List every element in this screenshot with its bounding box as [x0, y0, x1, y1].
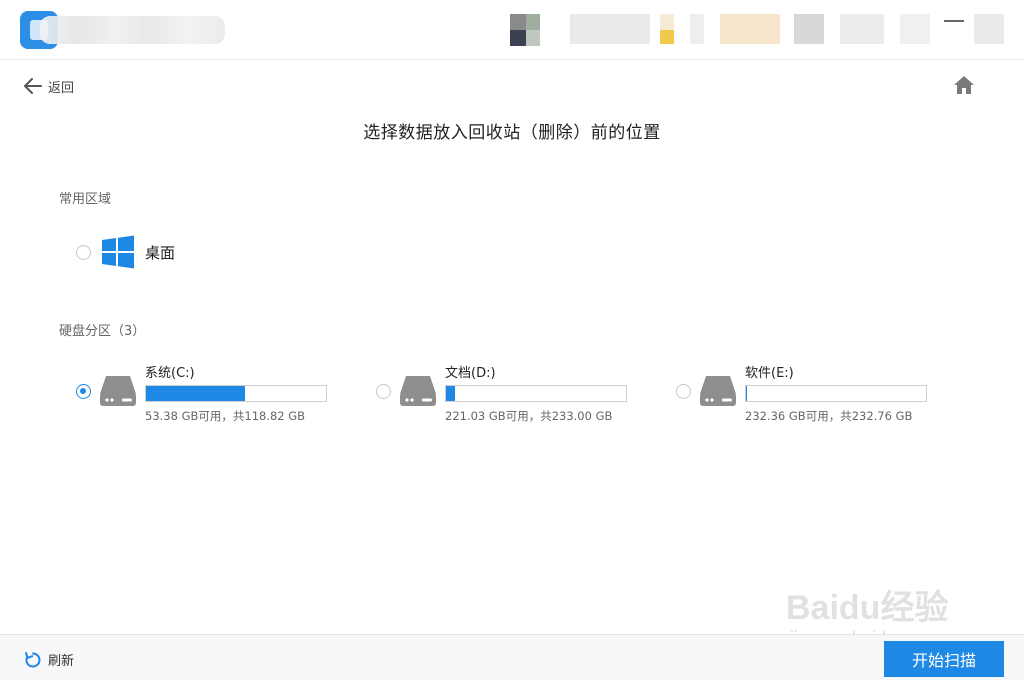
app-window: 返回 选择数据放入回收站（删除）前的位置 常用区域 桌面 硬盘分区（3） 系统(: [0, 0, 1024, 680]
windows-icon: [102, 235, 134, 269]
hard-drive-icon: [700, 376, 736, 406]
refresh-button[interactable]: 刷新: [24, 650, 74, 669]
drive-c-usage-bar: [145, 385, 327, 402]
footer-bar: 刷新 开始扫描: [0, 634, 1024, 680]
desktop-radio[interactable]: [76, 244, 91, 260]
drive-e-name: 软件(E:): [745, 366, 794, 381]
start-scan-button[interactable]: 开始扫描: [884, 641, 1004, 677]
desktop-label: 桌面: [145, 243, 176, 262]
home-button[interactable]: [953, 74, 975, 96]
desktop-option[interactable]: 桌面: [76, 234, 175, 270]
drive-e-option[interactable]: 软件(E:) 232.36 GB可用，共232.76 GB: [676, 360, 946, 430]
partitions-label: 硬盘分区（3）: [59, 324, 146, 339]
drive-c-option[interactable]: 系统(C:) 53.38 GB可用，共118.82 GB: [76, 360, 346, 430]
drive-e-usage-bar: [745, 385, 927, 402]
home-icon: [954, 76, 974, 94]
back-button[interactable]: 返回: [24, 76, 74, 96]
blurred-toolbar: [510, 14, 1010, 46]
watermark-text: Baidu经验: [786, 589, 949, 627]
drive-c-radio[interactable]: [76, 384, 91, 399]
title-bar: [0, 0, 1024, 60]
back-label: 返回: [48, 80, 75, 96]
refresh-label: 刷新: [48, 654, 75, 669]
drive-e-radio[interactable]: [676, 384, 691, 399]
refresh-icon: [25, 651, 41, 667]
drive-e-info: 232.36 GB可用，共232.76 GB: [745, 409, 913, 423]
hard-drive-icon: [100, 376, 136, 406]
drive-d-option[interactable]: 文档(D:) 221.03 GB可用，共233.00 GB: [376, 360, 646, 430]
drive-d-radio[interactable]: [376, 384, 391, 399]
arrow-left-icon: [24, 78, 42, 94]
drive-d-usage-bar: [445, 385, 627, 402]
minimize-icon[interactable]: [944, 20, 964, 22]
page-title: 选择数据放入回收站（删除）前的位置: [363, 123, 661, 143]
blurred-app-name: [40, 16, 225, 44]
common-area-label: 常用区域: [59, 192, 112, 207]
drive-d-name: 文档(D:): [445, 366, 496, 381]
drive-d-info: 221.03 GB可用，共233.00 GB: [445, 409, 613, 423]
drive-c-info: 53.38 GB可用，共118.82 GB: [145, 409, 306, 423]
drive-c-name: 系统(C:): [145, 366, 195, 381]
hard-drive-icon: [400, 376, 436, 406]
